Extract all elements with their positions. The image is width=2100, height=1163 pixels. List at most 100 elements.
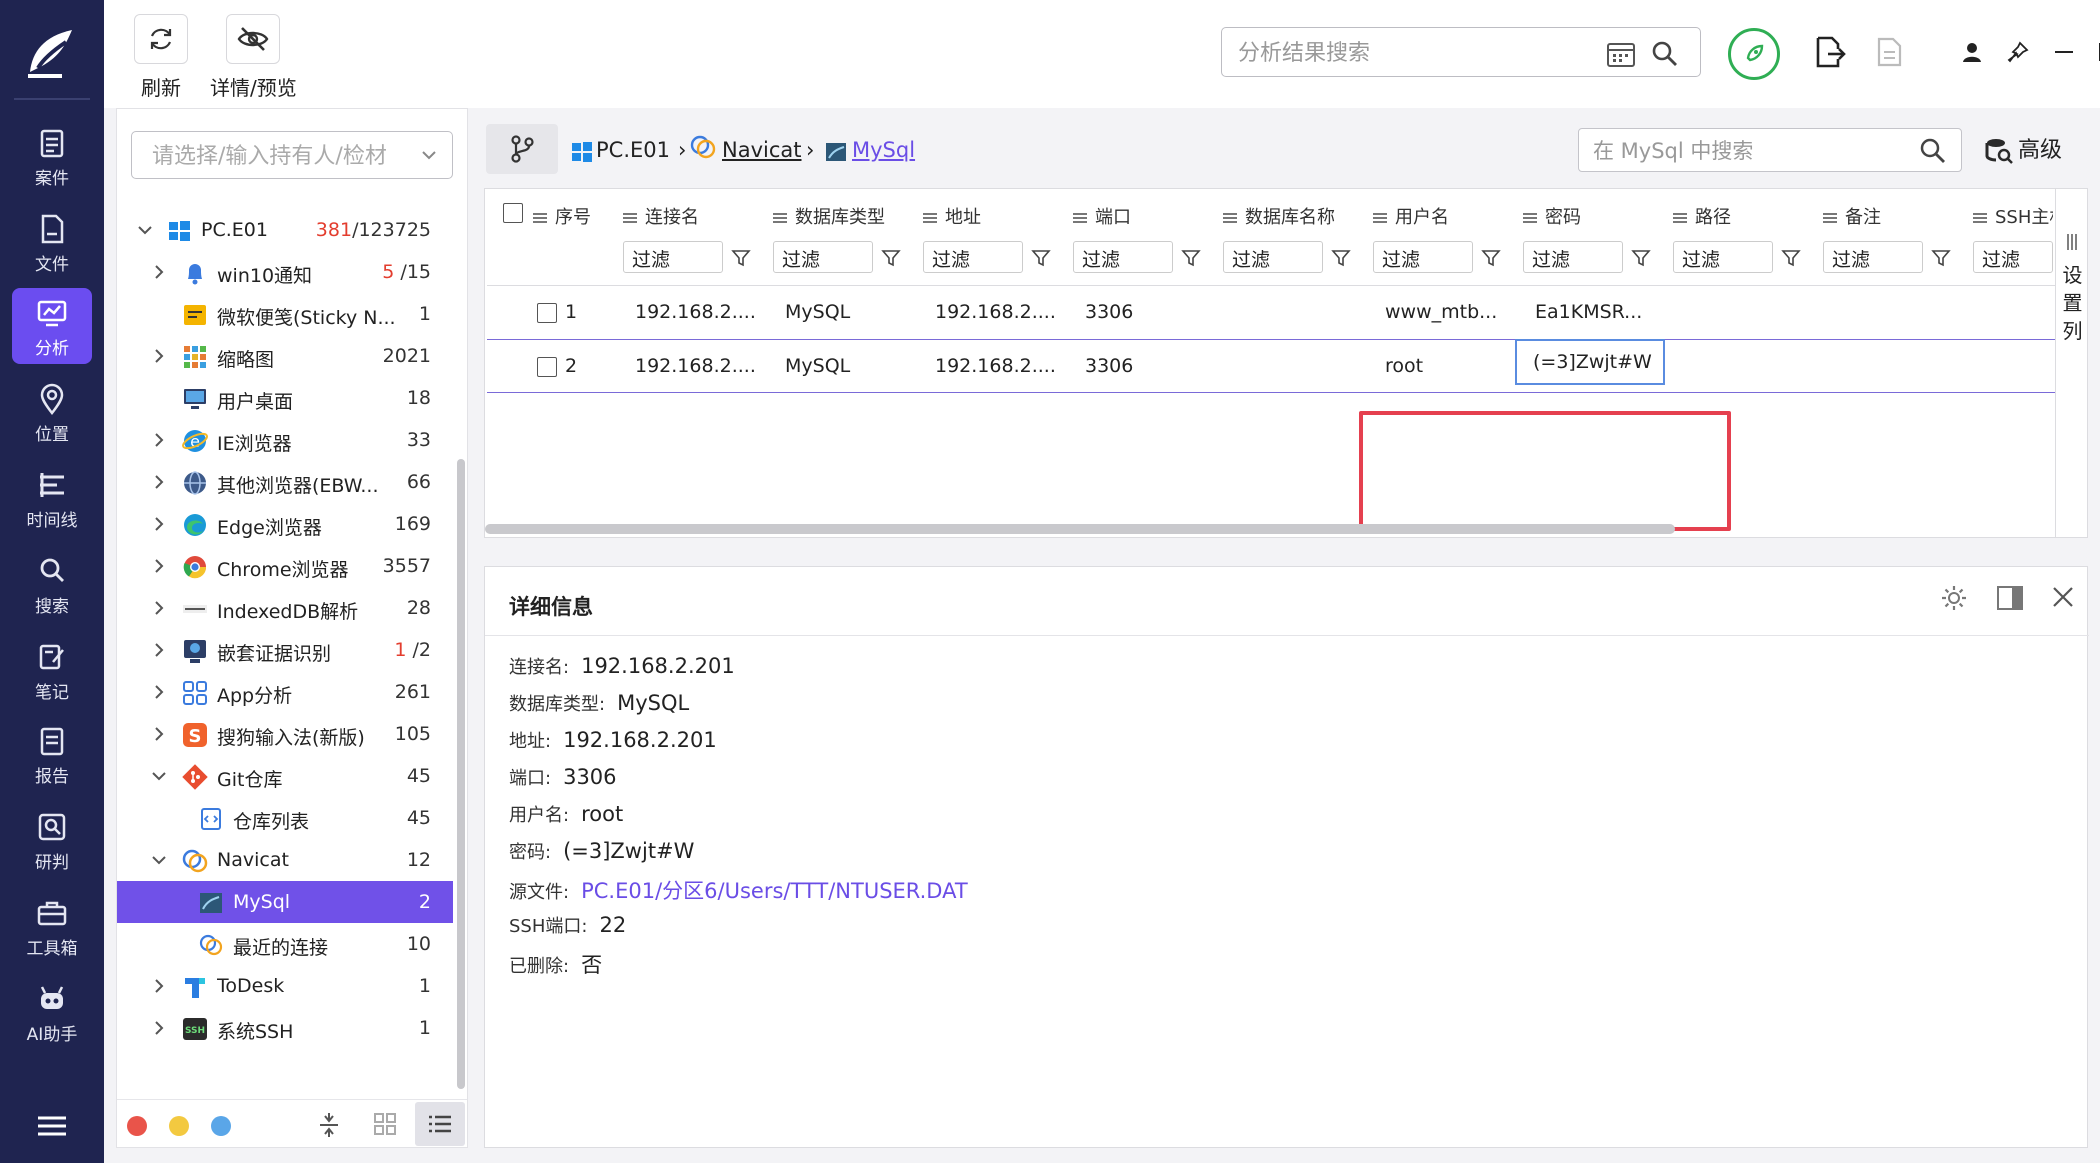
nav-search[interactable]: 搜索 <box>12 546 92 622</box>
select-all-checkbox[interactable] <box>503 203 523 223</box>
gear-icon[interactable] <box>1939 583 1969 613</box>
tree-item-chrome-browser[interactable]: Chrome浏览器 3557 <box>117 545 453 587</box>
export-button[interactable] <box>1810 30 1850 74</box>
tree-item-sticky-notes[interactable]: 微软便笺(Sticky N... 1 <box>117 293 453 335</box>
close-icon[interactable] <box>2049 583 2077 611</box>
app-logo-icon <box>28 30 72 78</box>
tree-item-indexeddb[interactable]: IndexedDB解析 28 <box>117 587 453 629</box>
tree-item-mysql[interactable]: MySql 2 <box>117 881 453 923</box>
chevron-down-icon <box>152 772 166 781</box>
filter-input-ssh-host[interactable]: 过滤 <box>1973 241 2053 273</box>
table-row[interactable]: 1 192.168.2.... MySQL 192.168.2.... 3306… <box>487 285 2055 339</box>
nav-location[interactable]: 位置 <box>12 374 92 450</box>
filter-input-conn-name[interactable]: 过滤 <box>623 241 723 273</box>
nav-toolbox[interactable]: 工具箱 <box>12 888 92 964</box>
funnel-icon[interactable] <box>1781 248 1801 268</box>
details-preview-button[interactable]: 详情/预览 <box>210 14 297 101</box>
minimize-button[interactable] <box>2044 30 2084 74</box>
table-row-selected[interactable]: 2 192.168.2.... MySQL 192.168.2.... 3306… <box>487 339 2055 393</box>
tree-item-pc-e01[interactable]: PC.E01 381/123725 <box>117 209 453 251</box>
filter-input-port[interactable]: 过滤 <box>1073 241 1173 273</box>
breadcrumb-navicat[interactable]: Navicat <box>722 138 802 162</box>
breadcrumb-pc-e01[interactable]: PC.E01 <box>596 138 670 162</box>
tree-item-ie-browser[interactable]: e IE浏览器 33 <box>117 419 453 461</box>
funnel-icon[interactable] <box>1931 248 1951 268</box>
filter-input-db-type[interactable]: 过滤 <box>773 241 873 273</box>
tree-item-other-browsers[interactable]: 其他浏览器(EBW... 66 <box>117 461 453 503</box>
tree-item-count: 1 /2 <box>394 639 431 661</box>
funnel-icon[interactable] <box>881 248 901 268</box>
row-checkbox[interactable] <box>537 303 557 323</box>
pin-button[interactable] <box>1998 30 2038 74</box>
hamburger-menu-icon[interactable] <box>36 1112 68 1140</box>
funnel-icon[interactable] <box>1631 248 1651 268</box>
funnel-icon[interactable] <box>1481 248 1501 268</box>
nav-analysis[interactable]: 分析 <box>12 288 92 364</box>
source-file-link[interactable]: PC.E01/分区6/Users/TTT/NTUSER.DAT <box>581 879 968 903</box>
filter-input-remark[interactable]: 过滤 <box>1823 241 1923 273</box>
nav-cases[interactable]: 案件 <box>12 118 92 194</box>
thumbnail-grid-icon <box>184 346 206 368</box>
nav-ai-assistant[interactable]: AI助手 <box>12 974 92 1050</box>
tree-item-app-analysis[interactable]: App分析 261 <box>117 671 453 713</box>
filter-input-address[interactable]: 过滤 <box>923 241 1023 273</box>
tree-item-todesk[interactable]: ToDesk 1 <box>117 965 453 1007</box>
advanced-search-button[interactable]: 高级 <box>1984 132 2062 166</box>
tree-item-edge-browser[interactable]: Edge浏览器 169 <box>117 503 453 545</box>
nav-judgement[interactable]: 研判 <box>12 802 92 878</box>
nav-timeline[interactable]: 时间线 <box>12 460 92 536</box>
nav-report[interactable]: 报告 <box>12 716 92 792</box>
local-search-input[interactable] <box>1593 137 1893 165</box>
branch-button[interactable] <box>486 124 558 174</box>
grid-view-icon[interactable] <box>373 1112 397 1136</box>
tree-item-win10-notify[interactable]: win10通知 5 /15 <box>117 251 453 293</box>
filter-input-path[interactable]: 过滤 <box>1673 241 1773 273</box>
column-header-index[interactable]: 序号 <box>533 203 591 253</box>
owner-select-input[interactable] <box>152 142 412 170</box>
funnel-icon[interactable] <box>1181 248 1201 268</box>
column-settings-button[interactable]: 设置列 <box>2055 189 2087 537</box>
tree-item-system-ssh[interactable]: SSH 系统SSH 1 <box>117 1007 453 1049</box>
desktop-icon <box>184 389 206 409</box>
breadcrumb-mysql[interactable]: MySql <box>852 138 915 162</box>
tree-footer <box>117 1099 467 1147</box>
split-panel-icon[interactable] <box>1995 583 2025 613</box>
filter-input-username[interactable]: 过滤 <box>1373 241 1473 273</box>
tree-item-sogou-input[interactable]: S 搜狗输入法(新版) 105 <box>117 713 453 755</box>
tree-item-repo-list[interactable]: 仓库列表 45 <box>117 797 453 839</box>
owner-select[interactable] <box>131 131 453 179</box>
filter-input-password[interactable]: 过滤 <box>1523 241 1623 273</box>
breadcrumb: PC.E01 › Navicat › MySql 高级 <box>484 118 2088 178</box>
red-tag-dot[interactable] <box>127 1116 147 1136</box>
list-view-button[interactable] <box>415 1102 465 1146</box>
user-button[interactable] <box>1952 30 1992 74</box>
status-indicator[interactable] <box>1728 28 1780 80</box>
tree-item-git-repo[interactable]: Git仓库 45 <box>117 755 453 797</box>
funnel-icon[interactable] <box>1331 248 1351 268</box>
blue-tag-dot[interactable] <box>211 1116 231 1136</box>
tree-item-label: IE浏览器 <box>217 433 292 455</box>
table-horizontal-scrollbar[interactable] <box>485 524 1675 534</box>
yellow-tag-dot[interactable] <box>169 1116 189 1136</box>
tree-item-recent-connections[interactable]: 最近的连接 10 <box>117 923 453 965</box>
tree-item-nested-evidence[interactable]: 嵌套证据识别 1 /2 <box>117 629 453 671</box>
refresh-button[interactable]: 刷新 <box>134 14 188 101</box>
maximize-button[interactable] <box>2088 30 2100 74</box>
nav-files[interactable]: 文件 <box>12 204 92 280</box>
tree-scrollbar[interactable] <box>457 459 465 1089</box>
cell-password-active[interactable]: (=3]Zwjt#W <box>1515 339 1665 385</box>
filter-input-db-name[interactable]: 过滤 <box>1223 241 1323 273</box>
funnel-icon[interactable] <box>1031 248 1051 268</box>
tree-item-thumbnails[interactable]: 缩略图 2021 <box>117 335 453 377</box>
tree-item-navicat[interactable]: Navicat 12 <box>117 839 453 881</box>
funnel-icon[interactable] <box>731 248 751 268</box>
calendar-icon[interactable] <box>1606 40 1636 68</box>
search-icon[interactable] <box>1650 39 1680 69</box>
nav-notes[interactable]: 笔记 <box>12 632 92 708</box>
collapse-all-icon[interactable] <box>317 1112 341 1138</box>
search-icon[interactable] <box>1919 137 1947 165</box>
row-checkbox[interactable] <box>537 357 557 377</box>
tree-item-user-desktop[interactable]: 用户桌面 18 <box>117 377 453 419</box>
global-search-input[interactable] <box>1238 38 1598 68</box>
report-file-button[interactable] <box>1870 30 1910 74</box>
